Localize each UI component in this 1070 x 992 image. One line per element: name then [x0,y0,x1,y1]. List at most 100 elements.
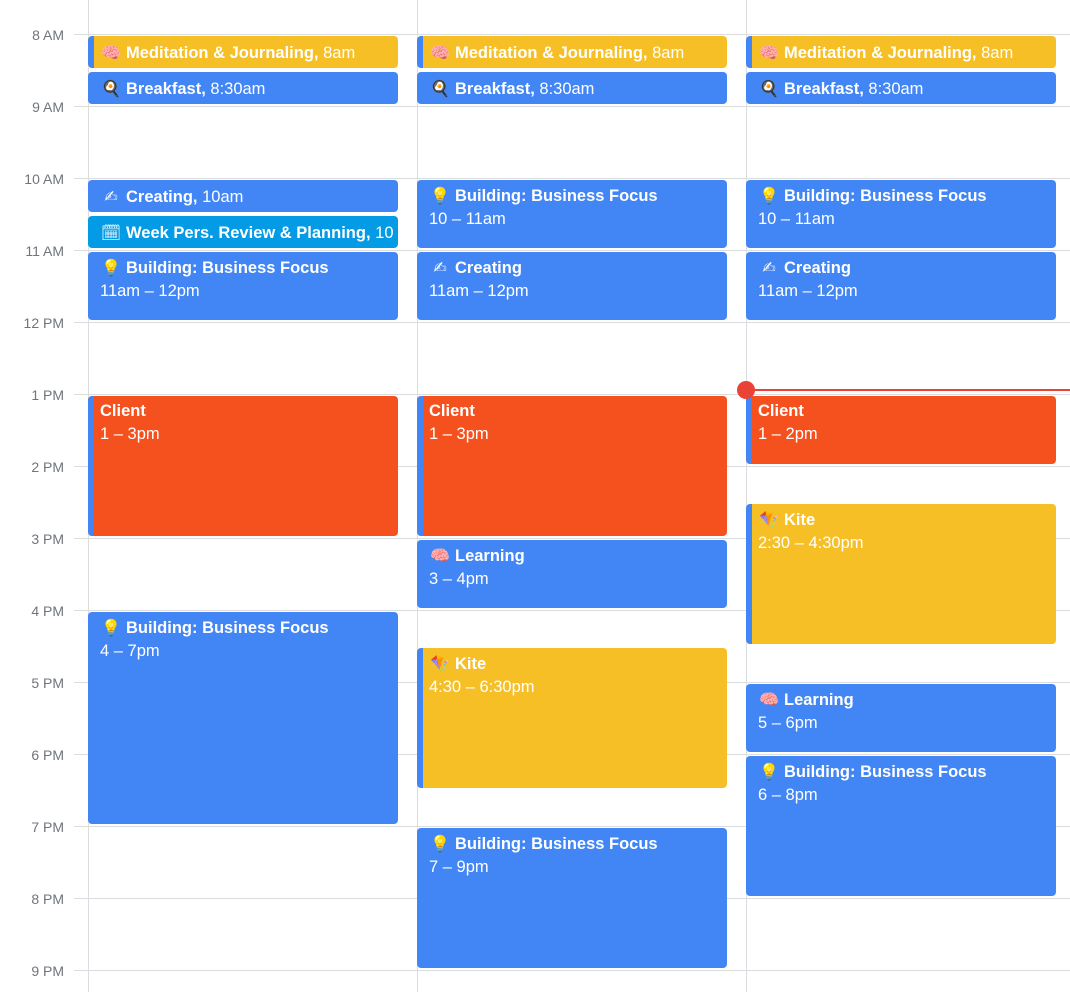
light-bulb-icon: 💡 [101,618,121,637]
hour-gridline [74,34,1070,35]
event-client[interactable]: Client 1 – 3pm [417,396,727,536]
event-client[interactable]: Client 1 – 3pm [88,396,398,536]
writing-hand-icon: ✍ [433,258,447,277]
frying-pan-icon: 🍳 [430,79,450,98]
event-creating[interactable]: ✍ Creating, 10am [88,180,398,212]
event-breakfast[interactable]: 🍳 Breakfast, 8:30am [417,72,727,104]
writing-hand-icon: ✍ [104,187,118,206]
event-title: Meditation & Journaling, [784,44,977,62]
light-bulb-icon: 💡 [430,186,450,205]
event-time: 1 – 3pm [429,425,489,443]
time-label: 8 PM [31,891,64,907]
event-title: Building: Business Focus [784,763,987,781]
event-time: 8am [652,44,685,62]
writing-hand-icon: ✍ [762,258,776,277]
event-building-business-focus[interactable]: 💡 Building: Business Focus 7 – 9pm [417,828,727,968]
event-learning[interactable]: 🧠 Learning 5 – 6pm [746,684,1056,752]
current-time-dot [737,381,755,399]
event-time: 4:30 – 6:30pm [429,678,535,696]
event-title: Client [758,402,804,420]
time-label: 11 AM [25,243,64,259]
time-label: 3 PM [31,531,64,547]
time-label: 8 AM [32,27,64,43]
event-time: 4 – 7pm [100,642,160,660]
event-creating[interactable]: ✍ Creating 11am – 12pm [417,252,727,320]
event-building-business-focus[interactable]: 💡 Building: Business Focus 6 – 8pm [746,756,1056,896]
time-label: 10 AM [24,171,64,187]
event-title: Kite [455,655,487,673]
event-time: 11am – 12pm [758,282,858,300]
event-learning[interactable]: 🧠 Learning 3 – 4pm [417,540,727,608]
kite-icon: 🪁 [759,510,779,529]
event-kite[interactable]: 🪁 Kite 2:30 – 4:30pm [746,504,1056,644]
time-label: 7 PM [31,819,64,835]
event-time: 8am [981,44,1014,62]
event-time: 1 – 3pm [100,425,160,443]
event-time: 1 – 2pm [758,425,818,443]
event-time: 10am [202,188,244,206]
current-time-line [746,389,1070,391]
event-title: Building: Business Focus [784,187,987,205]
event-building-business-focus[interactable]: 💡 Building: Business Focus 10 – 11am [746,180,1056,248]
event-title: Learning [784,691,854,709]
event-time: 11am – 12pm [429,282,529,300]
light-bulb-icon: 💡 [759,762,779,781]
hour-gridline [74,970,1070,971]
hour-gridline [74,106,1070,107]
brain-icon: 🧠 [430,546,450,565]
time-label: 5 PM [31,675,64,691]
time-label: 2 PM [31,459,64,475]
event-building-business-focus[interactable]: 💡 Building: Business Focus 10 – 11am [417,180,727,248]
event-time: 7 – 9pm [429,858,489,876]
event-kite[interactable]: 🪁 Kite 4:30 – 6:30pm [417,648,727,788]
event-time: 3 – 4pm [429,570,489,588]
time-label: 4 PM [31,603,64,619]
event-time: 10 – 11am [429,210,506,228]
event-breakfast[interactable]: 🍳 Breakfast, 8:30am [746,72,1056,104]
event-time: 8am [323,44,356,62]
brain-icon: 🧠 [101,43,121,62]
event-building-business-focus[interactable]: 💡 Building: Business Focus 11am – 12pm [88,252,398,320]
event-title: Creating [455,259,522,277]
event-week-review-planning[interactable]: 🗓 Week Pers. Review & Planning, 10 [88,216,398,248]
brain-icon: 🧠 [759,43,779,62]
frying-pan-icon: 🍳 [101,79,121,98]
brain-icon: 🧠 [430,43,450,62]
hour-gridline [74,322,1070,323]
time-label: 1 PM [31,387,64,403]
hour-gridline [74,250,1070,251]
time-label: 12 PM [23,315,64,331]
event-title: Client [100,402,146,420]
event-breakfast[interactable]: 🍳 Breakfast, 8:30am [88,72,398,104]
event-title: Breakfast, [784,80,864,98]
light-bulb-icon: 💡 [101,258,121,277]
event-title: Creating [784,259,851,277]
event-title: Breakfast, [455,80,535,98]
hour-gridline [74,178,1070,179]
event-creating[interactable]: ✍ Creating 11am – 12pm [746,252,1056,320]
event-time: 8:30am [868,80,924,98]
event-title: Breakfast, [126,80,206,98]
event-title: Meditation & Journaling, [455,44,648,62]
event-title: Building: Business Focus [455,835,658,853]
hour-gridline [74,394,1070,395]
event-title: Building: Business Focus [126,259,329,277]
time-label: 9 AM [32,99,64,115]
event-title: Client [429,402,475,420]
event-meditation-journaling[interactable]: 🧠 Meditation & Journaling, 8am [746,36,1056,68]
frying-pan-icon: 🍳 [759,79,779,98]
event-time: 8:30am [539,80,595,98]
event-title: Creating, [126,188,198,206]
light-bulb-icon: 💡 [759,186,779,205]
event-time: 6 – 8pm [758,786,818,804]
event-title: Week Pers. Review & Planning, [126,224,371,242]
event-meditation-journaling[interactable]: 🧠 Meditation & Journaling, 8am [417,36,727,68]
event-time: 10 – 11am [758,210,835,228]
event-time: 2:30 – 4:30pm [758,534,864,552]
event-client[interactable]: Client 1 – 2pm [746,396,1056,464]
event-title: Building: Business Focus [455,187,658,205]
event-building-business-focus[interactable]: 💡 Building: Business Focus 4 – 7pm [88,612,398,824]
event-meditation-journaling[interactable]: 🧠 Meditation & Journaling, 8am [88,36,398,68]
kite-icon: 🪁 [430,654,450,673]
event-time: 11am – 12pm [100,282,200,300]
